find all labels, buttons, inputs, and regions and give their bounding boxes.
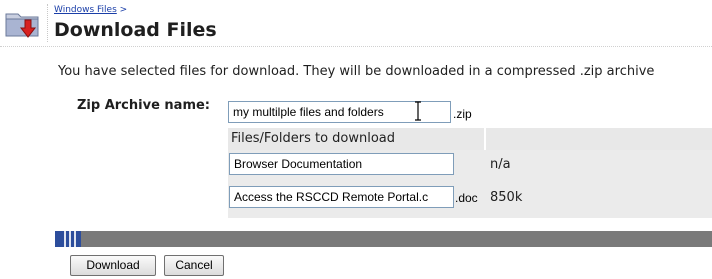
text-cursor-icon <box>415 101 421 121</box>
cancel-button[interactable]: Cancel <box>164 255 224 276</box>
file-size: 850k <box>490 190 523 205</box>
breadcrumb: Windows Files > <box>54 5 127 15</box>
download-button[interactable]: Download <box>70 255 156 276</box>
files-column-header: Files/Folders to download <box>228 128 486 150</box>
progress-segment <box>69 231 71 247</box>
zip-archive-label: Zip Archive name: <box>77 98 211 113</box>
files-table-header: Files/Folders to download <box>228 128 712 150</box>
download-folder-icon <box>5 13 39 38</box>
header-separator <box>0 46 712 47</box>
description-text: You have selected files for download. Th… <box>58 64 655 79</box>
breadcrumb-link-windows-files[interactable]: Windows Files <box>54 5 117 15</box>
file-name-input[interactable]: Access the RSCCD Remote Portal.c <box>229 186 454 208</box>
breadcrumb-separator: > <box>119 5 128 15</box>
page-title: Download Files <box>54 19 217 41</box>
zip-extension: .zip <box>453 107 472 121</box>
file-extension: .doc <box>455 191 478 205</box>
progress-segment <box>64 231 66 247</box>
file-name-input[interactable]: Browser Documentation <box>229 153 454 175</box>
progress-bar <box>55 231 712 247</box>
header-divider <box>47 4 48 42</box>
file-size: n/a <box>490 157 511 172</box>
progress-segment <box>74 231 76 247</box>
